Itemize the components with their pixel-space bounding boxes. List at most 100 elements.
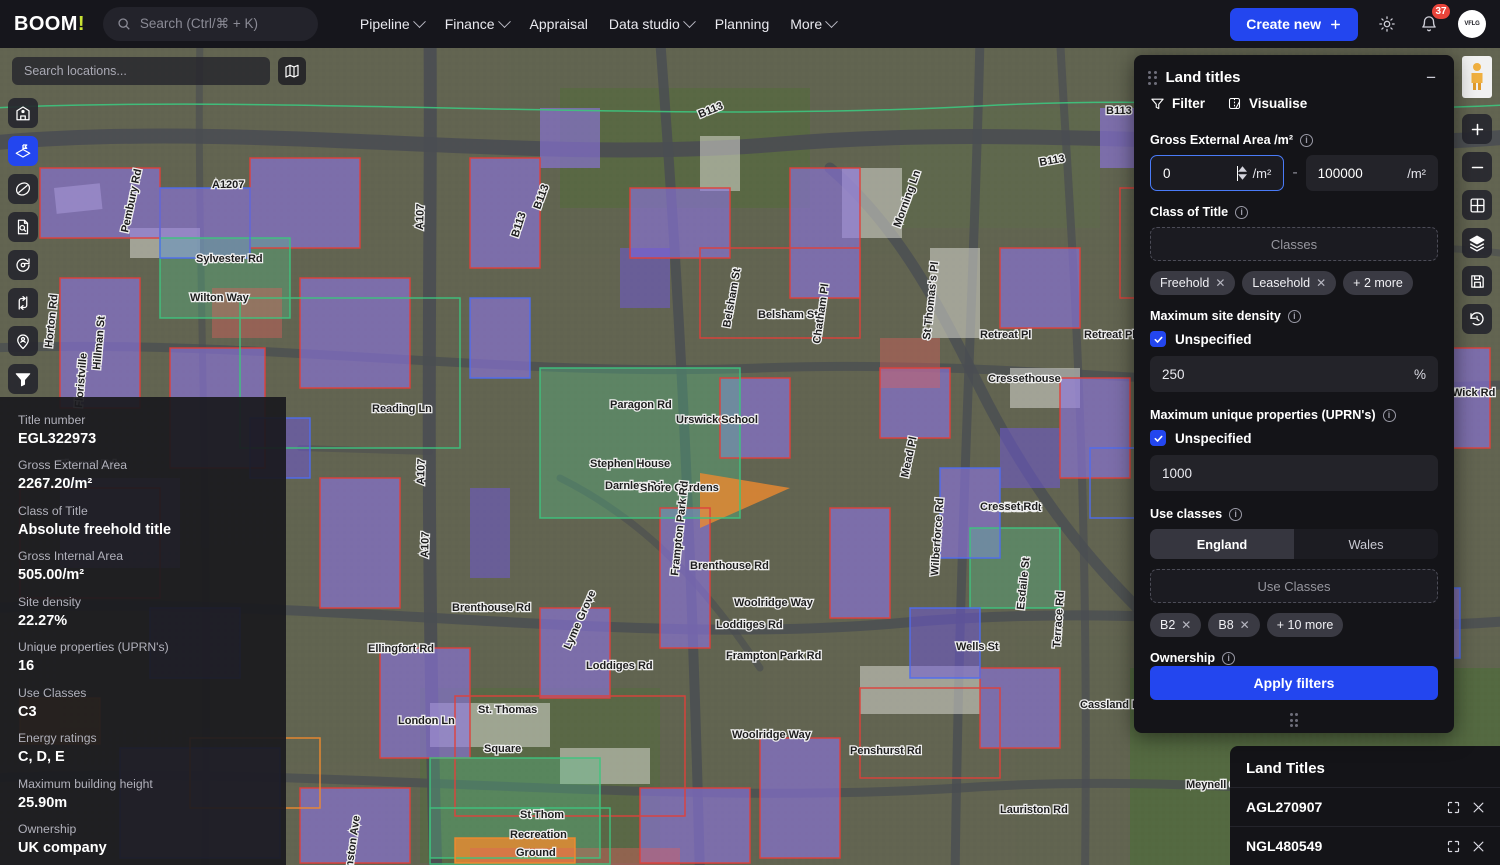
svg-text:Ellingfort Rd: Ellingfort Rd bbox=[368, 643, 434, 655]
zoom-out-icon bbox=[1469, 159, 1486, 176]
app-logo[interactable]: BOOM! bbox=[14, 13, 85, 36]
info-value: 505.00/m² bbox=[18, 567, 85, 584]
info-field: Unique properties (UPRN's) 16 bbox=[18, 638, 268, 676]
chip-more-use-classes[interactable]: + 10 more bbox=[1266, 613, 1344, 637]
max-site-density-unspecified-checkbox[interactable]: Unspecified bbox=[1150, 331, 1438, 347]
create-new-button[interactable]: Create new bbox=[1230, 7, 1358, 41]
nav-item-pipeline[interactable]: Pipeline bbox=[359, 14, 426, 32]
class-of-title-select[interactable]: Classes bbox=[1150, 227, 1438, 261]
svg-text:Cresset Rd: Cresset Rd bbox=[980, 501, 1038, 513]
map-style-button[interactable] bbox=[278, 57, 306, 85]
tool-buildings[interactable] bbox=[8, 98, 38, 128]
location-search-input[interactable]: Search locations... bbox=[12, 57, 270, 85]
chip-b8[interactable]: B8 ✕ bbox=[1208, 613, 1260, 637]
max-site-density-input[interactable]: 250 % bbox=[1150, 356, 1438, 392]
svg-text:London Ln: London Ln bbox=[398, 715, 455, 727]
close-icon[interactable] bbox=[1471, 839, 1486, 854]
info-icon[interactable]: i bbox=[1222, 651, 1236, 665]
info-label: Class of Title bbox=[18, 503, 88, 518]
tool-target[interactable] bbox=[8, 250, 38, 280]
table-row[interactable]: NGL480549 bbox=[1230, 826, 1500, 865]
chip-label: Leasehold bbox=[1252, 276, 1311, 290]
user-avatar[interactable]: VFLG bbox=[1458, 10, 1486, 38]
info-icon[interactable]: i bbox=[1229, 507, 1243, 521]
stepper-icon[interactable] bbox=[1237, 166, 1247, 180]
zoom-in-button[interactable] bbox=[1462, 114, 1492, 144]
chip-leasehold[interactable]: Leasehold ✕ bbox=[1242, 271, 1337, 295]
svg-text:Retreat Pl: Retreat Pl bbox=[1084, 329, 1135, 341]
land-pin-icon bbox=[14, 142, 32, 160]
nav-item-planning[interactable]: Planning bbox=[715, 16, 770, 32]
info-label: Unique properties (UPRN's) bbox=[18, 640, 169, 655]
global-search-input[interactable]: Search (Ctrl/⌘ + K) bbox=[102, 7, 318, 41]
tool-person-pin[interactable] bbox=[8, 326, 38, 356]
chip-b2[interactable]: B2 ✕ bbox=[1150, 613, 1202, 637]
top-navigation-bar: BOOM! Search (Ctrl/⌘ + K) Pipeline Finan… bbox=[0, 0, 1500, 48]
segment-wales[interactable]: Wales bbox=[1294, 529, 1438, 559]
minimize-button[interactable]: − bbox=[1424, 69, 1438, 86]
info-icon[interactable]: i bbox=[1300, 133, 1314, 147]
gea-min-input[interactable]: 0 /m² bbox=[1150, 155, 1285, 191]
info-label: Title number bbox=[18, 413, 86, 427]
theme-toggle-button[interactable] bbox=[1374, 11, 1400, 37]
svg-text:A107: A107 bbox=[414, 203, 427, 230]
filter-panel-resize-handle[interactable] bbox=[1134, 706, 1454, 733]
max-unique-properties-unspecified-checkbox[interactable]: Unspecified bbox=[1150, 430, 1438, 446]
tab-visualise[interactable]: Visualise bbox=[1227, 96, 1307, 111]
use-classes-label: Use classes bbox=[1150, 507, 1223, 521]
gea-min-value: 0 bbox=[1163, 165, 1171, 181]
info-field: Ownership UK company bbox=[18, 820, 268, 858]
use-classes-select[interactable]: Use Classes bbox=[1150, 569, 1438, 603]
max-unique-properties-input[interactable]: 1000 bbox=[1150, 455, 1438, 491]
gea-max-input[interactable]: 100000 /m² bbox=[1305, 155, 1439, 191]
layers-button[interactable] bbox=[1462, 228, 1492, 258]
expand-icon[interactable] bbox=[1446, 800, 1461, 815]
max-site-density-value: 250 bbox=[1162, 366, 1185, 382]
save-button[interactable] bbox=[1462, 266, 1492, 296]
class-of-title-label: Class of Title bbox=[1150, 205, 1229, 219]
title-number: AGL270907 bbox=[1246, 799, 1323, 815]
apply-filters-button[interactable]: Apply filters bbox=[1150, 666, 1438, 700]
segment-england[interactable]: England bbox=[1150, 529, 1294, 559]
chip-more-classes[interactable]: + 2 more bbox=[1343, 271, 1413, 295]
nav-label: Pipeline bbox=[359, 16, 410, 32]
land-titles-filter-panel: Land titles − Filter Visualise Gross Ext… bbox=[1134, 55, 1454, 733]
close-icon[interactable]: ✕ bbox=[1316, 276, 1326, 290]
chip-freehold[interactable]: Freehold ✕ bbox=[1150, 271, 1236, 295]
close-icon[interactable]: ✕ bbox=[1181, 618, 1191, 632]
nav-item-finance[interactable]: Finance bbox=[445, 14, 511, 32]
notifications-button[interactable]: 37 bbox=[1416, 4, 1450, 37]
no-entry-icon bbox=[14, 180, 32, 198]
svg-text:Recreation: Recreation bbox=[510, 829, 567, 841]
nav-item-appraisal[interactable]: Appraisal bbox=[530, 16, 588, 32]
nav-item-data-studio[interactable]: Data studio bbox=[609, 14, 696, 32]
resize-grip-icon bbox=[1289, 713, 1299, 727]
info-icon[interactable]: i bbox=[1382, 408, 1396, 422]
grid-layout-button[interactable] bbox=[1462, 190, 1492, 220]
info-icon[interactable]: i bbox=[1287, 309, 1301, 323]
close-icon[interactable]: ✕ bbox=[1215, 276, 1225, 290]
history-button[interactable] bbox=[1462, 304, 1492, 334]
nav-item-more[interactable]: More bbox=[790, 14, 839, 32]
tool-land-pin[interactable] bbox=[8, 136, 38, 166]
svg-text:Wilton Way: Wilton Way bbox=[190, 292, 250, 304]
expand-icon[interactable] bbox=[1446, 839, 1461, 854]
street-view-pegman[interactable] bbox=[1462, 56, 1492, 98]
tool-no-entry[interactable] bbox=[8, 174, 38, 204]
gea-min-unit: /m² bbox=[1252, 165, 1272, 181]
tab-filter[interactable]: Filter bbox=[1150, 96, 1205, 111]
zoom-out-button[interactable] bbox=[1462, 152, 1492, 182]
svg-text:Loddiges Rd: Loddiges Rd bbox=[716, 619, 783, 631]
info-value: C, D, E bbox=[18, 749, 65, 766]
close-icon[interactable]: ✕ bbox=[1240, 618, 1250, 632]
tool-compare[interactable] bbox=[8, 288, 38, 318]
table-row[interactable]: AGL270907 bbox=[1230, 787, 1500, 826]
info-label: Use Classes bbox=[18, 685, 87, 700]
drag-handle-icon[interactable] bbox=[1148, 70, 1157, 85]
title-info-panel: Title number EGL322973 Gross External Ar… bbox=[0, 397, 286, 865]
gea-max-unit: /m² bbox=[1407, 165, 1427, 181]
close-icon[interactable] bbox=[1471, 800, 1486, 815]
info-icon[interactable]: i bbox=[1235, 205, 1249, 219]
tool-filter-funnel[interactable] bbox=[8, 364, 38, 394]
tool-document-search[interactable] bbox=[8, 212, 38, 242]
